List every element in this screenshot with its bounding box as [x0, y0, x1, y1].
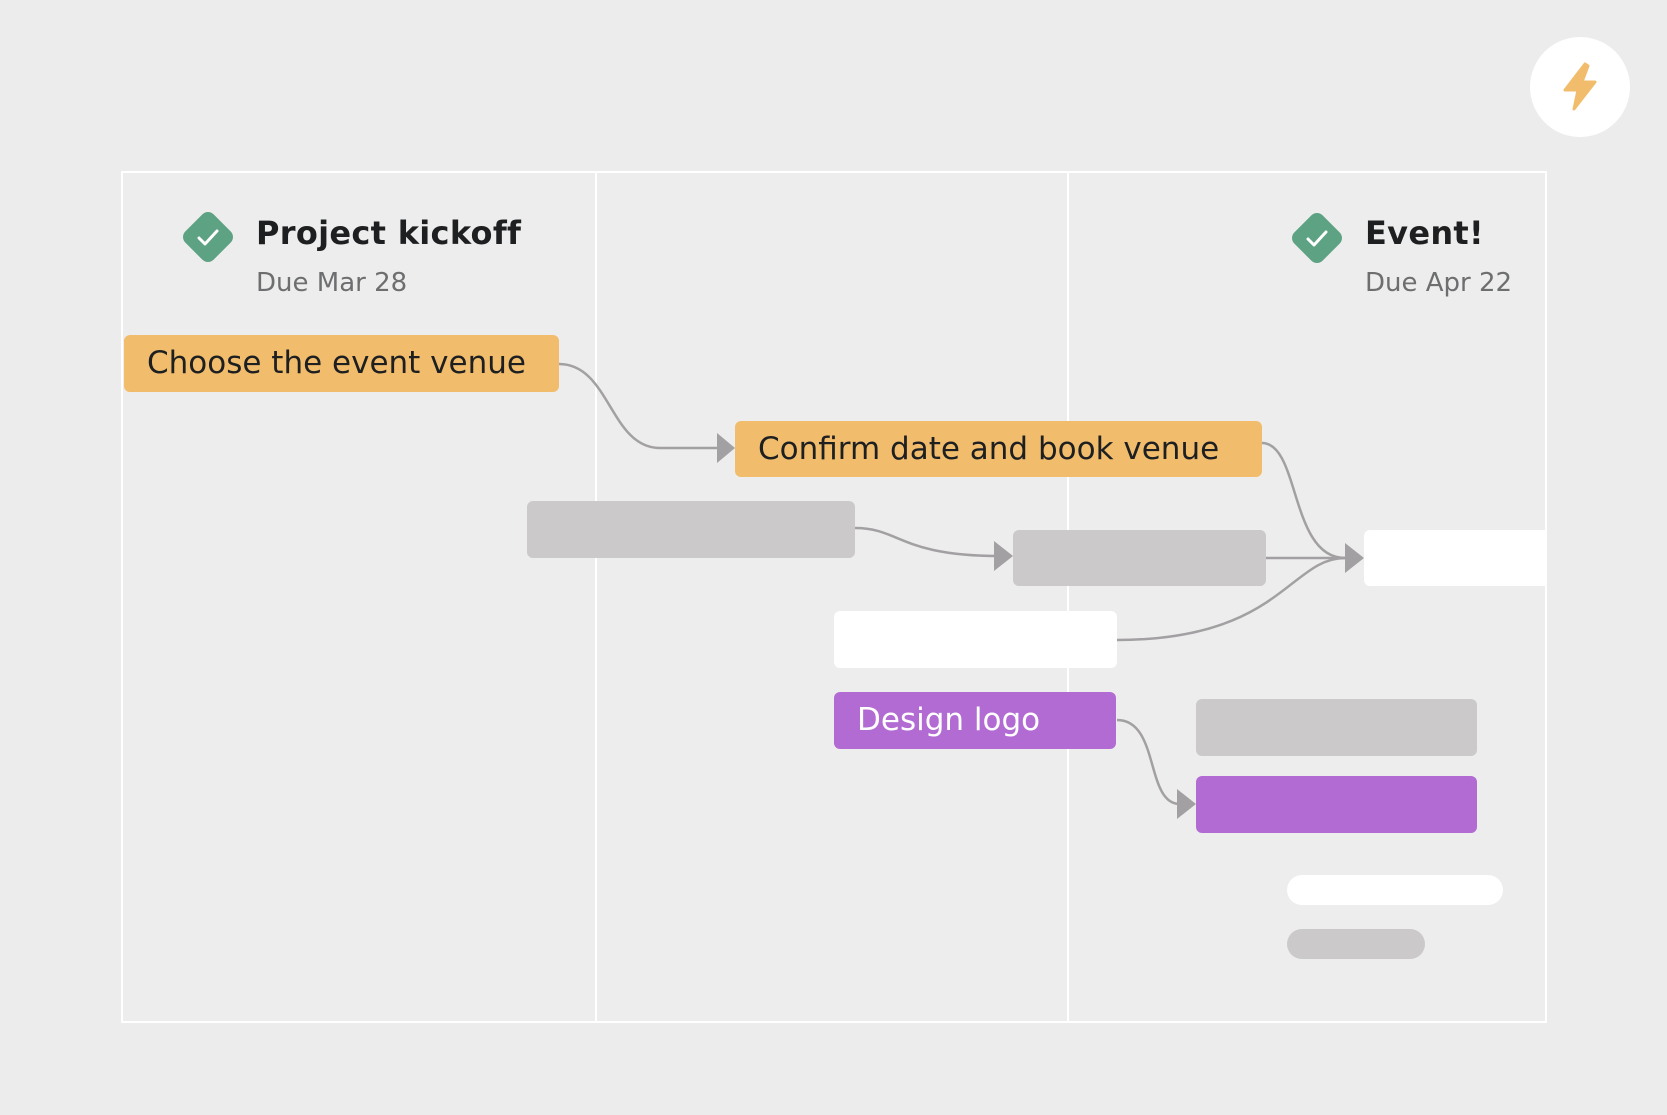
milestone-title: Event! [1365, 214, 1484, 252]
milestone-title: Project kickoff [256, 214, 522, 252]
task-design-logo[interactable]: Design logo [834, 692, 1116, 749]
task-placeholder[interactable] [1013, 530, 1266, 586]
column-divider [595, 171, 597, 1023]
column-divider [1067, 171, 1069, 1023]
automation-button[interactable] [1530, 37, 1630, 137]
task-placeholder[interactable] [834, 611, 1117, 668]
task-placeholder[interactable] [1196, 776, 1477, 833]
task-confirm-date[interactable]: Confirm date and book venue [735, 421, 1262, 477]
placeholder-line [1287, 929, 1425, 959]
milestone-due-date: Due Mar 28 [256, 268, 408, 298]
milestone-due-date: Due Apr 22 [1365, 268, 1513, 298]
lightning-bolt-icon [1563, 62, 1597, 111]
task-placeholder[interactable] [1196, 699, 1477, 756]
placeholder-line [1287, 875, 1503, 905]
check-icon [197, 229, 219, 246]
check-icon [1306, 230, 1328, 247]
task-choose-venue[interactable]: Choose the event venue [124, 335, 559, 392]
task-placeholder[interactable] [1364, 530, 1545, 586]
task-placeholder[interactable] [527, 501, 855, 558]
